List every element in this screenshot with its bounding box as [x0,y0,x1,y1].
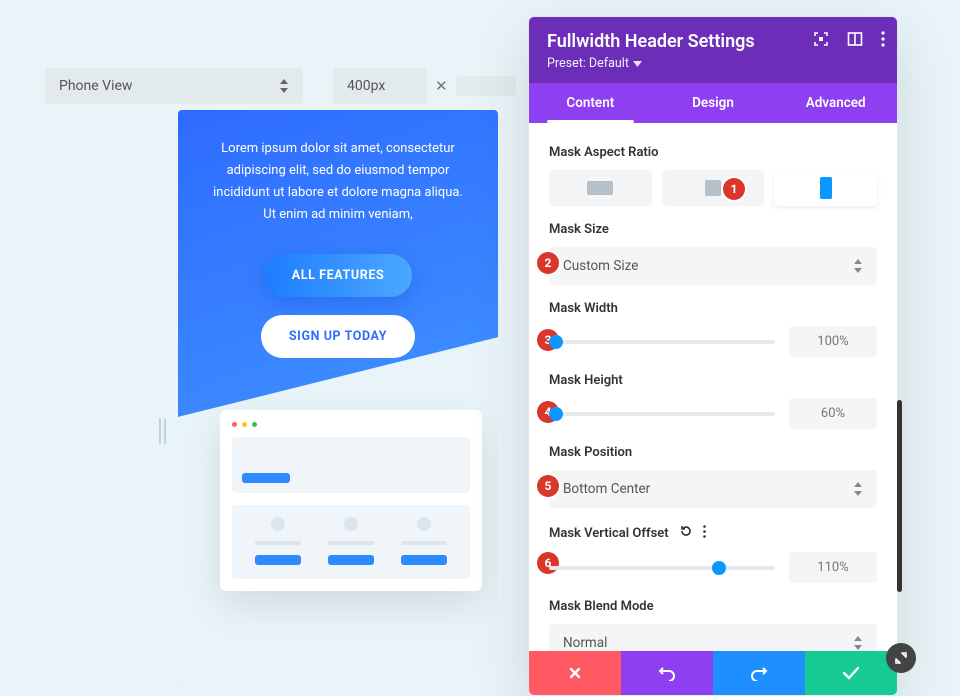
phone-preview: Lorem ipsum dolor sit amet, consectetur … [178,110,498,687]
responsive-controls: Phone View 400px ✕ [45,68,516,104]
undo-button[interactable] [621,651,713,695]
mask-vertical-offset-label: Mask Vertical Offset [549,524,877,542]
more-icon[interactable] [703,525,706,542]
viewport-height-input[interactable] [456,76,516,96]
mask-height-field: Mask Height 4 60% [549,373,877,429]
window-dots [232,422,470,427]
mask-width-value[interactable]: 100% [789,326,877,357]
columns-icon[interactable] [847,31,863,47]
mask-width-slider[interactable] [549,340,775,344]
aspect-square[interactable] [662,170,765,206]
mask-position-field: Mask Position 5 Bottom Center [549,445,877,508]
panel-header[interactable]: Fullwidth Header Settings Preset: Defaul… [529,17,897,83]
mask-blend-mode-label: Mask Blend Mode [549,599,877,614]
more-icon[interactable] [881,31,885,47]
sign-up-button[interactable]: SIGN UP TODAY [261,315,415,358]
mask-voffset-slider[interactable] [549,566,775,570]
tab-design[interactable]: Design [652,83,775,123]
mask-height-slider[interactable] [549,412,775,416]
mask-size-label: Mask Size [549,222,877,237]
mask-aspect-ratio-label: Mask Aspect Ratio [549,145,877,160]
all-features-button[interactable]: ALL FEATURES [264,254,413,297]
aspect-landscape[interactable] [549,170,652,206]
mask-width-label: Mask Width [549,301,877,316]
cancel-button[interactable] [529,651,621,695]
mask-blend-mode-select[interactable]: Normal [549,624,877,651]
annotation-badge-1: 1 [723,178,745,200]
multiply-icon: ✕ [435,77,448,95]
hero-body-text: Lorem ipsum dolor sit amet, consectetur … [178,110,498,242]
annotation-badge-5: 5 [537,475,559,497]
hero-buttons: ALL FEATURES SIGN UP TODAY [178,242,498,358]
mask-position-select[interactable]: Bottom Center [549,470,877,508]
view-mode-value: Phone View [59,78,132,94]
tab-advanced[interactable]: Advanced [774,83,897,123]
mask-voffset-value[interactable]: 110% [789,552,877,583]
preset-selector[interactable]: Preset: Default [547,56,879,71]
mask-height-value[interactable]: 60% [789,398,877,429]
mask-aspect-ratio-field: Mask Aspect Ratio 1 [549,145,877,206]
chevron-updown-icon [279,79,289,93]
mask-size-field: Mask Size 2 Custom Size [549,222,877,285]
panel-tabs: Content Design Advanced [529,83,897,123]
redo-button[interactable] [713,651,805,695]
annotation-badge-2: 2 [537,252,559,274]
panel-scrollbar[interactable] [897,400,902,592]
mask-size-select[interactable]: Custom Size [549,247,877,285]
mask-height-label: Mask Height [549,373,877,388]
save-button[interactable] [805,651,897,695]
mask-position-label: Mask Position [549,445,877,460]
settings-panel: Fullwidth Header Settings Preset: Defaul… [528,16,898,696]
viewport-size-group: 400px ✕ [333,68,516,104]
aspect-portrait[interactable] [774,170,877,206]
viewport-width-input[interactable]: 400px [333,68,427,104]
mask-width-field: Mask Width 3 100% [549,301,877,357]
expand-fab[interactable] [886,643,916,673]
focus-icon[interactable] [813,31,829,47]
mask-blend-mode-field: Mask Blend Mode Normal [549,599,877,651]
annotation-badge-6: 6 [537,552,559,574]
mask-vertical-offset-field: Mask Vertical Offset 6 110% [549,524,877,583]
panel-body: Mask Aspect Ratio 1 Mask Size 2 Custom S… [529,123,897,651]
panel-actions [529,651,897,695]
tab-content[interactable]: Content [529,83,652,123]
reset-icon[interactable] [679,524,693,542]
mock-browser-window [220,410,482,591]
view-mode-select[interactable]: Phone View [45,68,303,104]
resize-handle[interactable] [159,418,166,444]
